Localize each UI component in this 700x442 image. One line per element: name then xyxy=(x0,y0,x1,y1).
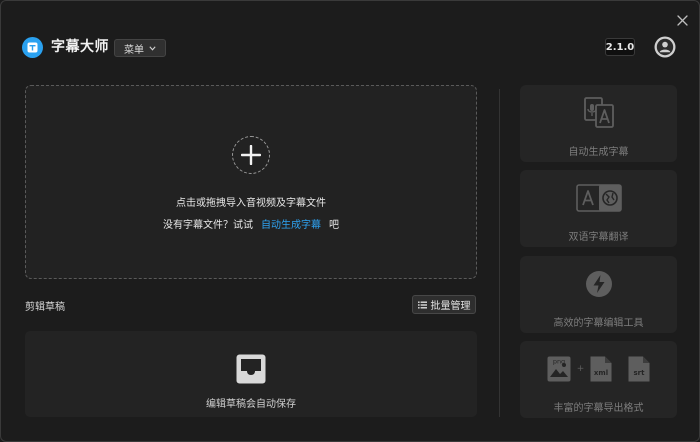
add-file-button[interactable] xyxy=(232,136,270,174)
vertical-divider xyxy=(499,89,500,417)
feature-label: 双语字幕翻译 xyxy=(568,232,629,243)
import-instruction: 点击或拖拽导入音视频及字幕文件 xyxy=(176,198,326,209)
auto-subtitle-icon xyxy=(583,97,614,128)
menu-dropdown[interactable]: 菜单 xyxy=(114,39,166,57)
user-avatar-icon[interactable] xyxy=(654,36,676,58)
format-srt: srt xyxy=(634,369,646,377)
lightning-icon xyxy=(585,271,612,297)
png-file-icon: png xyxy=(547,356,571,382)
menu-label: 菜单 xyxy=(124,44,144,56)
no-subtitle-suffix: 吧 xyxy=(329,220,339,231)
batch-manage-label: 批量管理 xyxy=(430,301,471,312)
app-logo xyxy=(22,37,43,58)
auto-generate-link[interactable]: 自动生成字幕 xyxy=(261,220,321,231)
app-title: 字幕大师 xyxy=(51,39,109,55)
batch-manage-button[interactable]: 批量管理 xyxy=(412,295,476,314)
feature-card-edit-tool[interactable]: 高效的字幕编辑工具 xyxy=(520,256,677,333)
plus-icon xyxy=(241,145,261,165)
app-window: 字幕大师 菜单 2.1.0 点击或拖拽导入音视频及字幕文件 没有字幕文件？试试自… xyxy=(0,0,700,442)
feature-card-export-formats[interactable]: png + xml srt 丰富的字幕导出格式 xyxy=(520,341,677,418)
close-icon xyxy=(676,14,688,26)
autosave-hint: 编辑草稿会自动保存 xyxy=(206,399,296,410)
plus-separator: + xyxy=(576,364,585,374)
feature-card-translate[interactable]: 双语字幕翻译 xyxy=(520,170,677,247)
translate-icon xyxy=(575,184,622,212)
feature-label: 高效的字幕编辑工具 xyxy=(553,318,644,329)
no-subtitle-hint: 没有字幕文件？试试 自动生成字幕吧 xyxy=(26,216,476,231)
drafts-section-title: 剪辑草稿 xyxy=(25,302,65,313)
drafts-list-empty: 编辑草稿会自动保存 xyxy=(25,331,477,417)
export-formats-icon: png + xml srt xyxy=(520,351,677,387)
xml-file-icon: xml xyxy=(590,356,612,382)
subtitle-logo-icon xyxy=(27,42,38,53)
feature-card-auto-subtitle[interactable]: 自动生成字幕 xyxy=(520,85,677,162)
format-png: png xyxy=(553,358,565,366)
chevron-down-icon xyxy=(149,45,156,51)
inbox-tray-icon xyxy=(236,354,266,384)
format-xml: xml xyxy=(594,369,608,377)
list-manage-icon xyxy=(417,301,427,308)
version-badge: 2.1.0 xyxy=(605,38,635,56)
srt-file-icon: srt xyxy=(628,356,650,382)
import-drop-zone[interactable]: 点击或拖拽导入音视频及字幕文件 没有字幕文件？试试 自动生成字幕吧 xyxy=(25,85,477,279)
feature-label: 丰富的字幕导出格式 xyxy=(553,403,644,414)
feature-label: 自动生成字幕 xyxy=(568,147,629,158)
no-subtitle-prefix: 没有字幕文件？试试 xyxy=(163,220,253,231)
close-button[interactable] xyxy=(671,9,693,31)
